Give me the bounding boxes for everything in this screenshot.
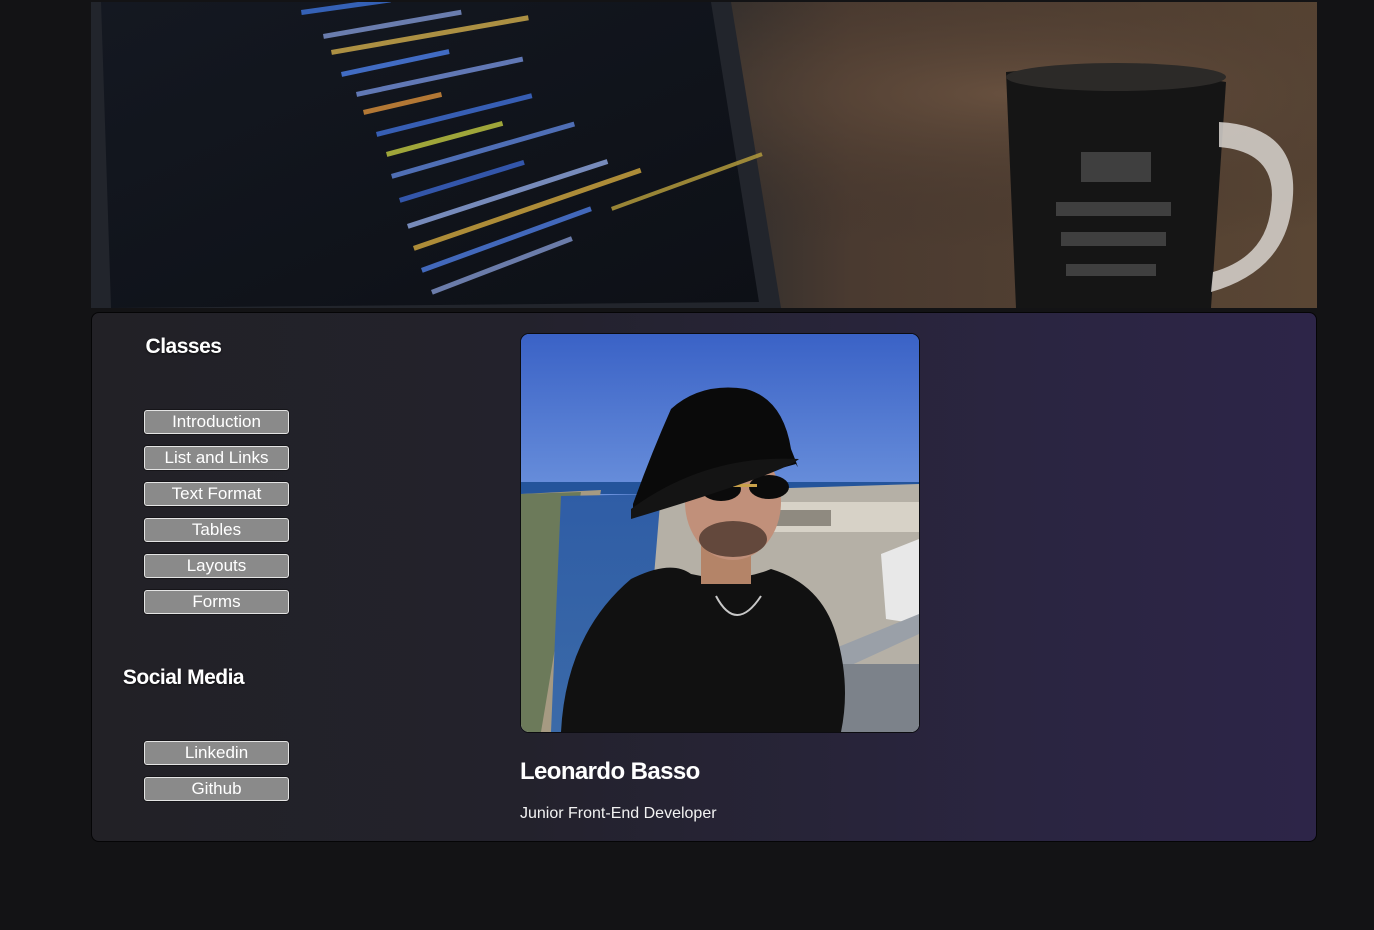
profile: Leonardo Basso Junior Front-End Develope… [520,333,940,823]
header-banner-image [91,2,1317,308]
profile-name: Leonardo Basso [520,758,700,785]
nav-button-layouts[interactable]: Layouts [144,554,289,578]
main-card: Classes Introduction List and Links Text… [91,312,1317,842]
nav-button-github[interactable]: Github [144,777,289,801]
nav-button-list-and-links[interactable]: List and Links [144,446,289,470]
nav-button-linkedin[interactable]: Linkedin [144,741,289,765]
sidebar: Classes Introduction List and Links Text… [92,313,342,841]
nav-button-forms[interactable]: Forms [144,590,289,614]
classes-heading: Classes [145,335,222,358]
profile-role: Junior Front-End Developer [520,805,717,822]
social-media-heading: Social Media [122,666,245,689]
social-nav: Linkedin Github [144,741,289,813]
classes-nav: Introduction List and Links Text Format … [144,410,289,626]
nav-button-introduction[interactable]: Introduction [144,410,289,434]
nav-button-text-format[interactable]: Text Format [144,482,289,506]
profile-photo [520,333,920,733]
nav-button-tables[interactable]: Tables [144,518,289,542]
